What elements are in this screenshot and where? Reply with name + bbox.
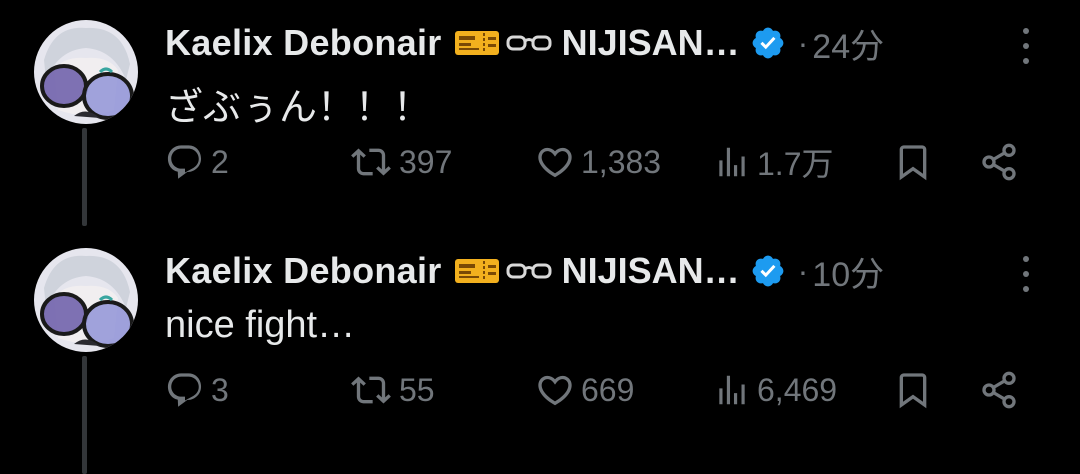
timestamp[interactable]: 10分 <box>812 247 884 296</box>
tweet-text: nice fight… <box>165 304 356 346</box>
views-icon <box>719 147 745 177</box>
avatar[interactable] <box>34 248 138 352</box>
like-count: 669 <box>581 371 635 408</box>
verified-badge-icon[interactable] <box>750 25 786 61</box>
tweet[interactable]: Kaelix Debonair NIJISAN… <box>0 228 1080 456</box>
like-button[interactable]: 1,383 <box>535 132 661 192</box>
views-button[interactable]: 6,469 <box>713 360 837 420</box>
reply-icon <box>167 373 202 407</box>
more-options-icon[interactable] <box>1018 28 1034 64</box>
repost-count: 55 <box>399 371 435 408</box>
tweet-actions: 3 55 669 6,469 <box>165 360 1045 420</box>
ticket-icon <box>454 257 500 285</box>
repost-button[interactable]: 55 <box>349 360 435 420</box>
like-button[interactable]: 669 <box>535 360 634 420</box>
share-icon <box>982 371 1016 409</box>
reply-count: 3 <box>211 371 229 408</box>
repost-icon <box>351 376 391 404</box>
like-count: 1,383 <box>581 143 662 180</box>
views-button[interactable]: 1.7万 <box>713 132 834 192</box>
repost-count: 397 <box>399 143 453 180</box>
author-name[interactable]: Kaelix Debonair <box>165 22 442 64</box>
heart-icon <box>538 375 572 406</box>
views-count: 1.7万 <box>757 146 834 182</box>
bookmark-icon <box>899 145 927 181</box>
repost-icon <box>351 148 391 176</box>
repost-button[interactable]: 397 <box>349 132 452 192</box>
share-icon <box>982 143 1016 181</box>
bookmark-icon <box>899 373 927 409</box>
views-icon <box>719 375 745 405</box>
tweet[interactable]: Kaelix Debonair NIJISAN… <box>0 0 1080 228</box>
author-name[interactable]: Kaelix Debonair <box>165 250 442 292</box>
glasses-icon <box>506 260 552 282</box>
verified-badge-icon[interactable] <box>750 253 786 289</box>
share-button[interactable] <box>979 132 1019 192</box>
avatar[interactable] <box>34 20 138 124</box>
ticket-icon <box>454 29 500 57</box>
tweet-header: Kaelix Debonair NIJISAN… <box>165 248 884 294</box>
reply-count: 2 <box>211 143 229 180</box>
separator-dot: · <box>797 24 809 61</box>
timestamp[interactable]: 24分 <box>812 19 884 68</box>
views-count: 6,469 <box>757 371 838 408</box>
tweet-actions: 2 397 1,383 1.7万 <box>165 132 1045 192</box>
glasses-icon <box>506 32 552 54</box>
reply-button[interactable]: 3 <box>165 360 229 420</box>
heart-icon <box>538 147 572 178</box>
separator-dot: · <box>797 252 809 289</box>
share-button[interactable] <box>979 360 1019 420</box>
author-affiliation[interactable]: NIJISAN… <box>562 22 740 64</box>
author-affiliation[interactable]: NIJISAN… <box>562 250 740 292</box>
more-options-icon[interactable] <box>1018 256 1034 292</box>
tweet-text: ざぶぅん！！！ <box>165 87 432 129</box>
reply-icon <box>167 145 202 179</box>
bookmark-button[interactable] <box>893 360 933 420</box>
bookmark-button[interactable] <box>893 132 933 192</box>
reply-button[interactable]: 2 <box>165 132 229 192</box>
tweet-header: Kaelix Debonair NIJISAN… <box>165 20 884 66</box>
